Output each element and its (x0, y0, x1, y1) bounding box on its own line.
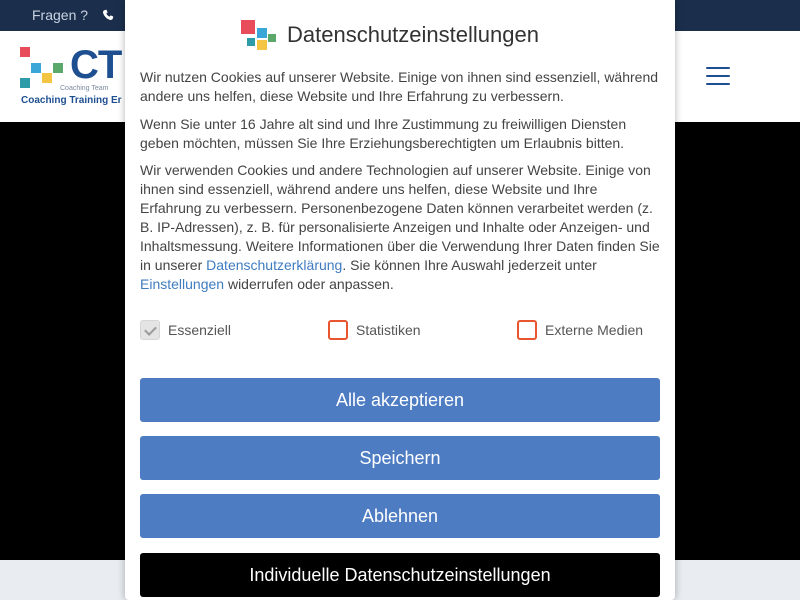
under16-text: Wenn Sie unter 16 Jahre alt sind und Ihr… (140, 116, 627, 151)
logo-square-teal (20, 78, 30, 88)
checkbox-statistiken-box[interactable] (328, 320, 348, 340)
hamburger-menu-icon[interactable] (706, 67, 730, 85)
logo-square-green (53, 63, 63, 73)
accept-all-button[interactable]: Alle akzeptieren (140, 378, 660, 422)
cookie-consent-dialog: Datenschutzeinstellungen Wir nutzen Cook… (125, 0, 675, 600)
checkbox-externe-medien-label[interactable]: Externe Medien (545, 322, 643, 338)
checkbox-statistiken-label[interactable]: Statistiken (356, 322, 421, 338)
consent-checkboxes: Essenziell Statistiken Externe Medien (140, 320, 660, 342)
reject-button[interactable]: Ablehnen (140, 494, 660, 538)
checkbox-essenziell-box (140, 320, 160, 340)
questions-label: Fragen ? (32, 7, 89, 23)
settings-link[interactable]: Einstellungen (140, 276, 224, 292)
phone-icon[interactable] (102, 9, 114, 21)
intro-text: Wir nutzen Cookies auf unserer Website. … (140, 69, 659, 104)
details-text: Wir verwenden Cookies und andere Technol… (140, 162, 660, 292)
privacy-policy-link[interactable]: Datenschutzerklärung (206, 257, 342, 273)
dialog-title: Datenschutzeinstellungen (287, 22, 539, 47)
logo-name: Coaching Training Er (21, 95, 122, 106)
individual-settings-button[interactable]: Individuelle Datenschutzeinstellungen (140, 553, 660, 597)
logo-tagline: Coaching Team (60, 85, 109, 92)
privacy-logo-icon (241, 20, 277, 50)
save-button[interactable]: Speichern (140, 436, 660, 480)
logo-square-blue (31, 63, 41, 73)
checkbox-essenziell-label: Essenziell (168, 322, 232, 338)
site-logo[interactable]: CT Coaching Team Coaching Training Er (20, 45, 130, 109)
dialog-header: Datenschutzeinstellungen (125, 18, 675, 52)
logo-square-red (20, 47, 30, 57)
logo-mark: CT (70, 43, 122, 87)
logo-square-yellow (42, 73, 52, 83)
checkbox-externe-medien-box[interactable] (517, 320, 537, 340)
